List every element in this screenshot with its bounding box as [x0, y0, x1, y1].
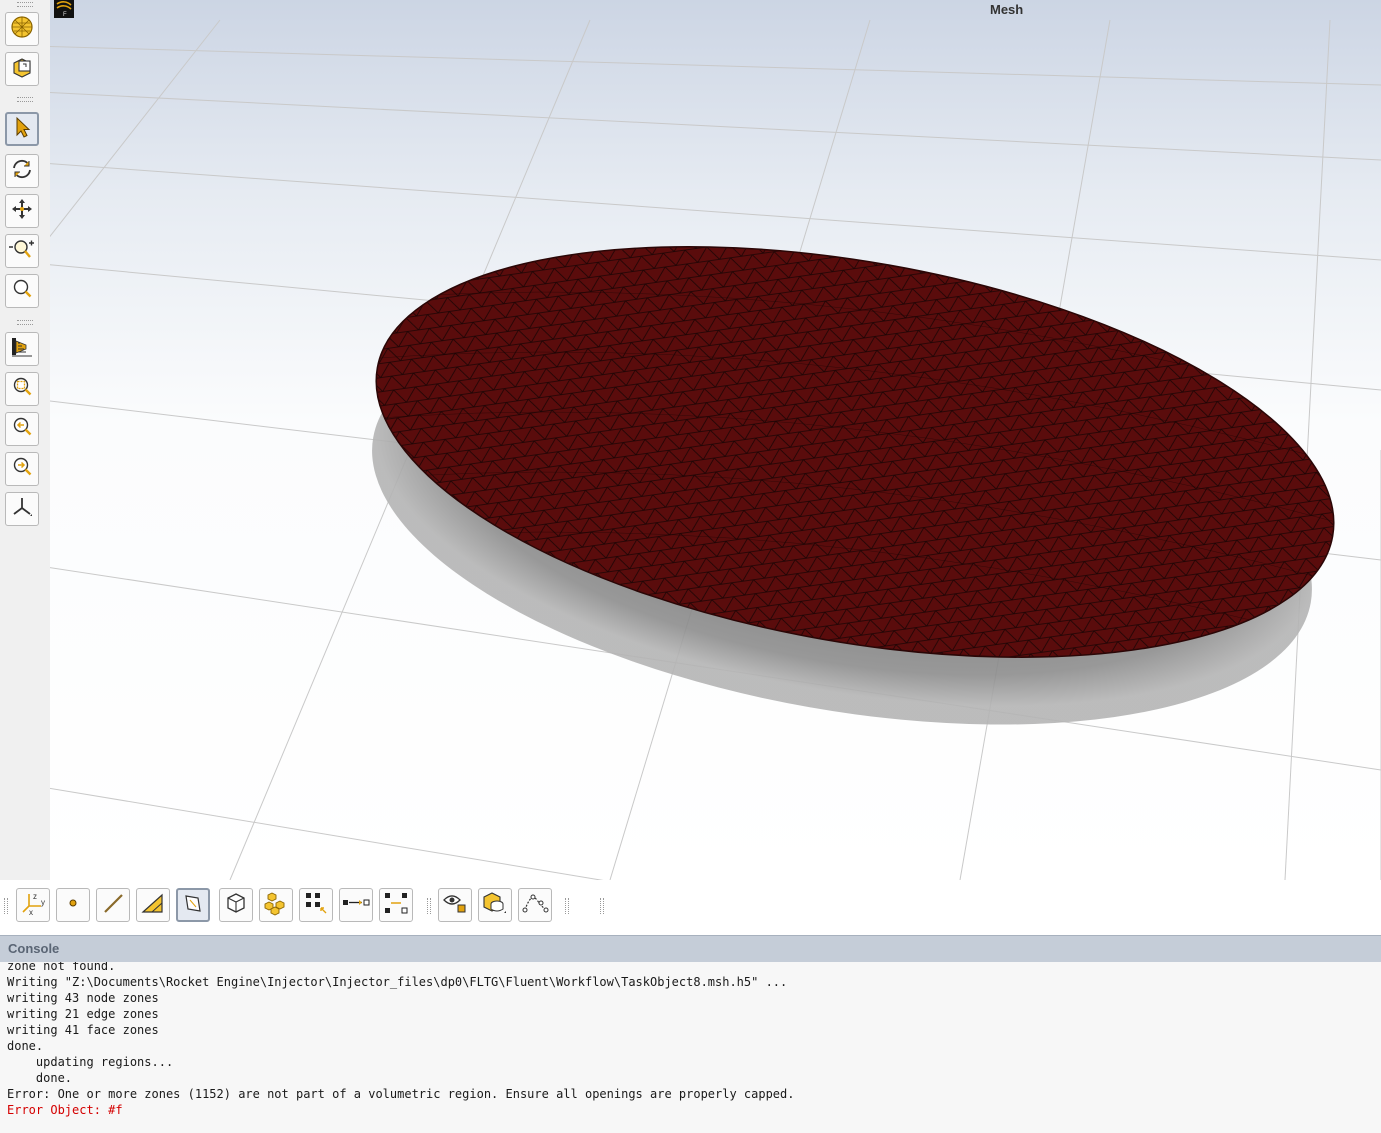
select-face-triangle-icon [140, 891, 166, 920]
axes-triad-icon [10, 495, 34, 524]
fit-to-window-button[interactable] [5, 372, 39, 406]
select-point-button[interactable] [56, 888, 90, 922]
graphics-viewport[interactable]: F Mesh [50, 0, 1381, 880]
axes-triad-button[interactable] [5, 492, 39, 526]
view-options-icon [9, 335, 35, 364]
select-zones-button[interactable] [299, 888, 333, 922]
xyz-coordinates-icon: zyx [19, 890, 47, 921]
zoom-in-out-icon [8, 237, 36, 266]
pan-button[interactable] [5, 194, 39, 228]
left-toolbar [0, 0, 50, 880]
select-objects-button[interactable] [259, 888, 293, 922]
toolbar-grip[interactable] [17, 2, 33, 7]
rotate-button[interactable] [5, 154, 39, 188]
clip-plane-button[interactable] [5, 52, 39, 86]
view-options-button[interactable] [5, 332, 39, 366]
next-view-icon [10, 455, 34, 484]
console-line: Writing "Z:\Documents\Rocket Engine\Inje… [7, 975, 788, 989]
select-objects-icon [263, 890, 289, 921]
select-pointer-button[interactable] [5, 112, 39, 146]
console-line: updating regions... [7, 1055, 174, 1069]
zoom-box-icon [10, 277, 34, 306]
select-body-icon [224, 891, 248, 920]
xyz-coordinates-button[interactable]: zyx [16, 888, 50, 922]
curve-points-icon [521, 890, 549, 921]
toolbar-grip[interactable] [4, 898, 8, 914]
console-line: writing 43 node zones [7, 991, 159, 1005]
previous-view-icon [10, 415, 34, 444]
console-error-object-line: Error Object: #f [7, 1103, 123, 1117]
fit-to-window-icon [10, 375, 34, 404]
pan-icon [10, 197, 34, 226]
console-line: zone not found. [7, 962, 116, 973]
svg-text:x: x [29, 908, 33, 916]
console-line: writing 21 edge zones [7, 1007, 159, 1021]
console-line: done. [7, 1071, 73, 1085]
console-line: writing 41 face zones [7, 1023, 159, 1037]
select-pointer-icon [10, 115, 34, 144]
console-line: done. [7, 1039, 44, 1053]
console-header: Console [0, 935, 1381, 962]
select-edge-button[interactable] [96, 888, 130, 922]
console-output[interactable]: zone not found. Writing "Z:\Documents\Ro… [0, 962, 1381, 1133]
select-node-to-node-icon [341, 891, 371, 920]
curve-points-button[interactable] [518, 888, 552, 922]
svg-text:z: z [33, 892, 37, 901]
select-face-triangle-button[interactable] [136, 888, 170, 922]
select-node-edge-button[interactable] [379, 888, 413, 922]
display-bodies-icon [481, 890, 509, 921]
toolbar-grip[interactable] [17, 320, 33, 325]
select-node-edge-icon [382, 890, 410, 921]
select-point-icon [61, 891, 85, 920]
zoom-box-button[interactable] [5, 274, 39, 308]
zoom-in-out-button[interactable] [5, 234, 39, 268]
show-hide-icon [441, 890, 469, 921]
toolbar-grip[interactable] [565, 898, 569, 914]
clip-plane-icon [10, 55, 34, 84]
console-error-line: Error: One or more zones (1152) are not … [7, 1087, 795, 1101]
rotate-icon [10, 157, 34, 186]
mesh-display-button[interactable] [5, 12, 39, 46]
select-zones-icon [303, 890, 329, 921]
mesh-scene [50, 19, 1381, 880]
select-body-button[interactable] [219, 888, 253, 922]
mesh-display-icon [10, 15, 34, 44]
selection-toolbar: zyx [0, 880, 1381, 935]
next-view-button[interactable] [5, 452, 39, 486]
toolbar-grip[interactable] [427, 898, 431, 914]
toolbar-grip[interactable] [17, 97, 33, 102]
console-title: Console [8, 941, 60, 956]
toolbar-grip[interactable] [600, 898, 604, 914]
select-edge-icon [101, 891, 125, 920]
svg-text:y: y [41, 898, 45, 907]
select-face-icon [181, 891, 205, 920]
select-node-to-node-button[interactable] [339, 888, 373, 922]
display-bodies-button[interactable] [478, 888, 512, 922]
previous-view-button[interactable] [5, 412, 39, 446]
show-hide-button[interactable] [438, 888, 472, 922]
select-face-button[interactable] [176, 888, 210, 922]
